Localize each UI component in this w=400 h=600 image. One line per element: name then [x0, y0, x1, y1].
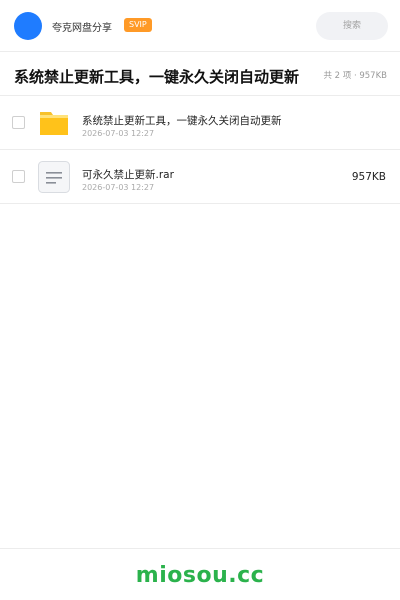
file-row-folder[interactable]: 系统禁止更新工具，一键永久关闭自动更新 2026-07-03 12:27 [0, 96, 400, 150]
header: 夸克网盘分享 SVIP [0, 0, 400, 52]
avatar[interactable] [14, 12, 42, 40]
app-title: 夸克网盘分享 [52, 23, 112, 34]
footer: miosou.cc [0, 548, 400, 600]
share-page: 夸克网盘分享 SVIP 系统禁止更新工具，一键永久关闭自动更新 共 2 项 · … [0, 0, 400, 600]
row-checkbox[interactable] [12, 170, 25, 183]
row-checkbox[interactable] [12, 116, 25, 129]
file-date: 2026-07-03 12:27 [82, 183, 155, 192]
search-input[interactable] [316, 12, 388, 40]
svip-badge: SVIP [124, 18, 152, 32]
file-date: 2026-07-03 12:27 [82, 129, 155, 138]
folder-title-bar: 系统禁止更新工具，一键永久关闭自动更新 共 2 项 · 957KB [0, 52, 400, 96]
site-watermark: miosou.cc [135, 563, 265, 588]
file-name: 系统禁止更新工具，一键永久关闭自动更新 [82, 115, 282, 127]
file-size: 957KB [351, 171, 386, 183]
folder-icon [40, 112, 68, 135]
archive-file-icon [38, 161, 70, 193]
folder-summary: 共 2 项 · 957KB [323, 71, 387, 81]
file-name: 可永久禁止更新.rar [82, 169, 174, 181]
page-title: 系统禁止更新工具，一键永久关闭自动更新 [14, 68, 300, 86]
file-row-archive[interactable]: 可永久禁止更新.rar 2026-07-03 12:27 957KB [0, 150, 400, 204]
